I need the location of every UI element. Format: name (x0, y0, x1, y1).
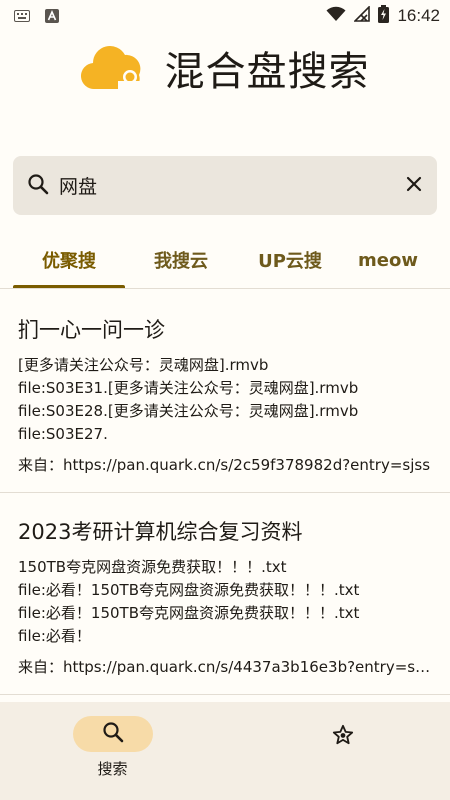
tab-label: meow (358, 249, 418, 271)
nav-search-pill[interactable] (72, 716, 153, 752)
status-time: 16:42 (397, 6, 440, 25)
result-item[interactable]: 2023考研计算机综合复习资料 150TB夸克网盘资源免费获取！！！.txt f… (0, 516, 450, 677)
keyboard-icon (12, 9, 32, 23)
nav-search[interactable]: 搜索 (0, 702, 225, 800)
tab-bar: 优聚搜 我搜云 UP云搜 meow (0, 232, 450, 288)
result-files: 150TB夸克网盘资源免费获取！！！.txt file:必看！150TB夸克网盘… (18, 558, 360, 645)
bottom-nav: 搜索 (0, 702, 450, 800)
result-divider (0, 492, 450, 493)
close-icon[interactable] (405, 175, 423, 197)
search-box[interactable]: 网盘 (13, 156, 437, 215)
app-header: 混合盘搜索 (0, 38, 450, 98)
nav-search-label: 搜索 (97, 760, 128, 778)
no-signal-icon (353, 5, 371, 26)
app-title: 混合盘搜索 (164, 49, 370, 95)
nav-favorites[interactable] (225, 702, 450, 800)
search-icon (27, 173, 49, 199)
result-divider (0, 694, 450, 695)
status-left (12, 9, 62, 23)
tab-wosouyun[interactable]: 我搜云 (140, 232, 222, 288)
search-icon (102, 721, 124, 747)
tab-label: UP云搜 (258, 251, 322, 272)
result-item[interactable]: 扪一心一问一诊 [更多请关注公众号：灵魂网盘].rmvb file:S03E31… (0, 314, 450, 475)
status-bar: 16:42 (0, 0, 450, 32)
result-title: 扪一心一问一诊 (18, 318, 165, 342)
result-files: [更多请关注公众号：灵魂网盘].rmvb file:S03E31.[更多请关注公… (18, 356, 359, 443)
text-app-icon (42, 9, 62, 23)
wifi-icon (326, 6, 346, 26)
cloud-logo-icon (80, 41, 147, 95)
tab-meow[interactable]: meow (356, 232, 420, 288)
tab-youjusou[interactable]: 优聚搜 (13, 232, 125, 288)
status-right: 16:42 (326, 5, 440, 27)
tab-label: 优聚搜 (42, 251, 96, 272)
search-input[interactable]: 网盘 (59, 172, 405, 199)
result-source[interactable]: 来自：https://pan.quark.cn/s/4437a3b16e3b?e… (18, 656, 432, 677)
tab-label: 我搜云 (154, 251, 208, 272)
tabs-divider (0, 288, 450, 289)
battery-charging-icon (378, 5, 390, 27)
tab-upyunsou[interactable]: UP云搜 (244, 232, 336, 288)
result-title: 2023考研计算机综合复习资料 (18, 520, 303, 544)
result-source[interactable]: 来自：https://pan.quark.cn/s/2c59f378982d?e… (18, 454, 432, 475)
star-icon[interactable] (332, 724, 354, 750)
